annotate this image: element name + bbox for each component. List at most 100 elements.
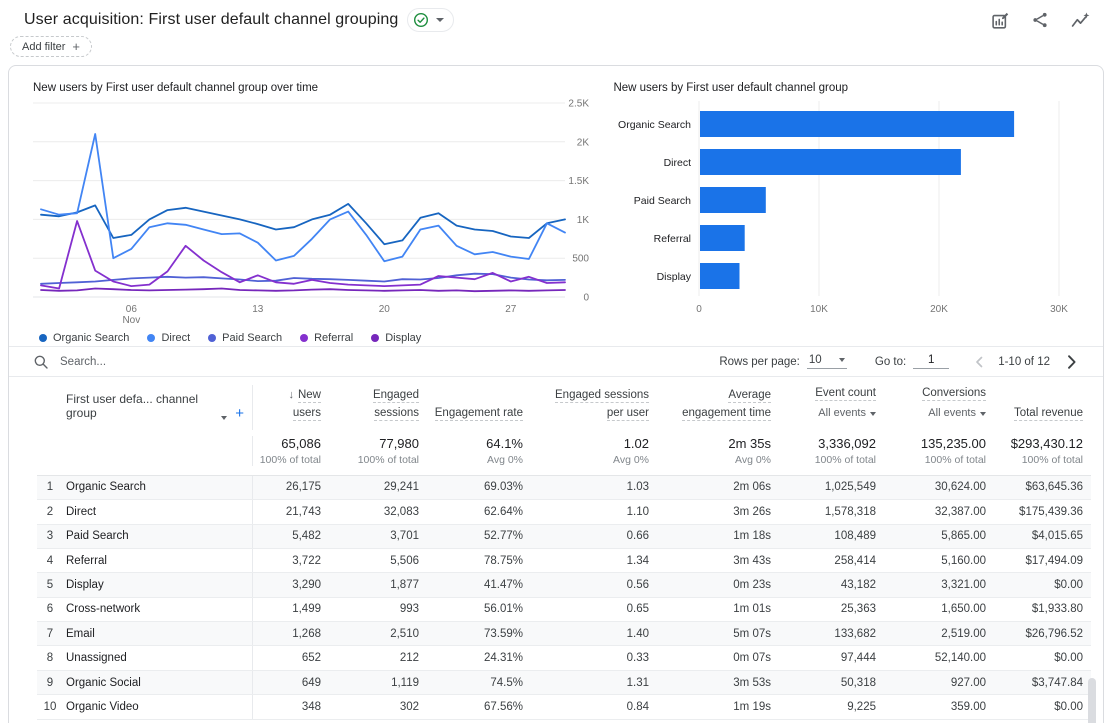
- cell-value: 212: [329, 652, 427, 664]
- dimension-header[interactable]: First user defa... channel group+: [37, 385, 253, 430]
- goto-page-input[interactable]: [913, 354, 949, 369]
- cell-value: 1,119: [329, 677, 427, 689]
- column-header-total-revenue[interactable]: Total revenue: [994, 405, 1091, 430]
- bar-display[interactable]: [700, 263, 740, 289]
- edit-report-icon[interactable]: [990, 10, 1010, 30]
- cell-value: 97,444: [779, 652, 884, 664]
- bar-organic-search[interactable]: [700, 111, 1014, 137]
- column-header-average-engagement-time[interactable]: Average engagement time: [657, 387, 779, 430]
- event-scope-select[interactable]: All events: [785, 405, 876, 422]
- svg-text:10K: 10K: [811, 304, 829, 315]
- cell-value: 67.56%: [427, 701, 531, 713]
- add-filter-button[interactable]: Add filter +: [10, 36, 92, 57]
- column-header-engaged-sessions[interactable]: Engaged sessions: [329, 387, 427, 430]
- svg-text:20: 20: [379, 304, 391, 315]
- cell-channel: Referral: [63, 549, 253, 572]
- share-icon[interactable]: [1030, 10, 1050, 30]
- cell-value: 1,268: [253, 628, 329, 640]
- report-status-dropdown[interactable]: [407, 8, 454, 32]
- legend-dot-icon: [39, 334, 47, 342]
- column-header-event-count[interactable]: Event countAll events: [779, 385, 884, 430]
- cell-value: 0m 23s: [657, 579, 779, 591]
- legend-item-paid-search[interactable]: Paid Search: [208, 332, 282, 344]
- svg-text:Direct: Direct: [664, 157, 692, 169]
- chevron-down-icon: [870, 412, 876, 416]
- legend-label: Paid Search: [222, 332, 282, 344]
- totals-subtext: 100% of total: [994, 454, 1083, 466]
- cell-value: 3,722: [253, 555, 329, 567]
- column-header-new-users[interactable]: ↓New users: [253, 387, 329, 430]
- row-number: 2: [37, 506, 63, 518]
- table-totals-row: 65,086100% of total77,980100% of total64…: [37, 430, 1091, 476]
- bar-paid-search[interactable]: [700, 187, 766, 213]
- cell-channel: Unassigned: [63, 646, 253, 669]
- cell-value: 74.5%: [427, 677, 531, 689]
- cell-value: 1,499: [253, 603, 329, 615]
- chevron-down-icon: [221, 416, 227, 420]
- bar-referral[interactable]: [700, 225, 745, 251]
- cell-channel: Cross-network: [63, 598, 253, 621]
- chevron-left-icon[interactable]: [971, 352, 987, 372]
- legend-item-referral[interactable]: Referral: [300, 332, 353, 344]
- search-icon: [33, 354, 49, 370]
- column-header-engaged-sessions-per-user[interactable]: Engaged sessions per user: [531, 387, 657, 430]
- cell-value: 52,140.00: [884, 652, 994, 664]
- cell-value: 5,506: [329, 555, 427, 567]
- cell-value: $0.00: [994, 579, 1091, 591]
- search-input[interactable]: [60, 356, 380, 368]
- totals-subtext: 100% of total: [253, 454, 321, 466]
- totals-value: 64.1%: [427, 436, 523, 451]
- svg-text:2.5K: 2.5K: [568, 99, 589, 110]
- bar-chart[interactable]: 010K20K30KOrganic SearchDirectPaid Searc…: [613, 99, 1075, 325]
- totals-cell: 2m 35s Avg 0%: [657, 436, 779, 466]
- cell-value: 0m 07s: [657, 652, 779, 664]
- row-number: 6: [37, 603, 63, 615]
- svg-text:Referral: Referral: [654, 233, 691, 245]
- legend-item-organic-search[interactable]: Organic Search: [39, 332, 129, 344]
- totals-cell: 135,235.00100% of total: [884, 436, 994, 466]
- table-row: 6Cross-network1,49999356.01%0.651m 01s25…: [37, 598, 1091, 622]
- totals-subtext: Avg 0%: [657, 454, 771, 466]
- cell-value: 3,290: [253, 579, 329, 591]
- cell-value: 32,083: [329, 506, 427, 518]
- cell-value: $63,645.36: [994, 481, 1091, 493]
- totals-value: 65,086: [253, 436, 321, 451]
- cell-value: $3,747.84: [994, 677, 1091, 689]
- row-number: 1: [37, 481, 63, 493]
- chevron-right-icon[interactable]: [1061, 352, 1081, 372]
- legend-item-display[interactable]: Display: [371, 332, 421, 344]
- bar-direct[interactable]: [700, 149, 961, 175]
- totals-value: 2m 35s: [657, 436, 771, 451]
- bar-chart-title: New users by First user default channel …: [613, 82, 1079, 94]
- legend-dot-icon: [208, 334, 216, 342]
- insights-icon[interactable]: [1070, 10, 1090, 30]
- cell-value: 0.56: [531, 579, 657, 591]
- cell-value: 993: [329, 603, 427, 615]
- cell-value: $0.00: [994, 652, 1091, 664]
- line-chart[interactable]: 2.5K2K1.5K1K500006Nov132027: [33, 99, 598, 325]
- cell-value: 1.40: [531, 628, 657, 640]
- svg-text:30K: 30K: [1051, 304, 1069, 315]
- rows-per-page-select[interactable]: 10: [807, 354, 847, 369]
- cell-value: 1,578,318: [779, 506, 884, 518]
- cell-channel: Organic Social: [63, 671, 253, 694]
- column-header-engagement-rate[interactable]: Engagement rate: [427, 405, 531, 430]
- event-scope-label: All events: [928, 407, 976, 419]
- svg-text:500: 500: [572, 254, 589, 265]
- totals-value: 3,336,092: [779, 436, 876, 451]
- column-header-conversions[interactable]: ConversionsAll events: [884, 385, 994, 430]
- column-header-label: New users: [293, 389, 321, 420]
- event-scope-select[interactable]: All events: [890, 405, 986, 422]
- svg-text:2K: 2K: [577, 137, 590, 148]
- cell-value: 348: [253, 701, 329, 713]
- chevron-down-icon: [980, 412, 986, 416]
- scrollbar-thumb[interactable]: [1088, 678, 1096, 723]
- cell-value: $175,439.36: [994, 506, 1091, 518]
- add-dimension-button[interactable]: +: [235, 408, 244, 420]
- legend-label: Display: [385, 332, 421, 344]
- legend-item-direct[interactable]: Direct: [147, 332, 190, 344]
- svg-text:06: 06: [126, 304, 138, 315]
- cell-value: $26,796.52: [994, 628, 1091, 640]
- data-table: First user defa... channel group+↓New us…: [37, 377, 1091, 720]
- cell-value: 0.84: [531, 701, 657, 713]
